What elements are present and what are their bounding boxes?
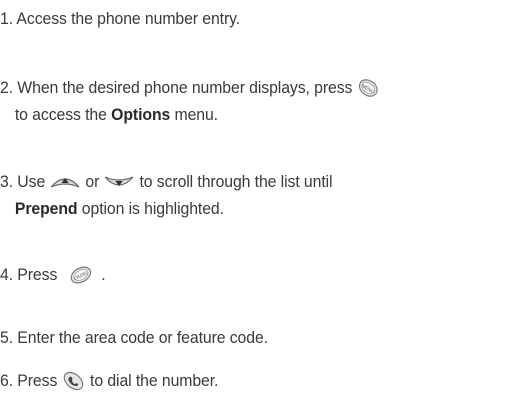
step-3-or: or [85, 172, 100, 191]
navigation-down-key-icon [104, 173, 136, 191]
step-3-number: 3. [0, 172, 14, 191]
step-3: 3. Use or to scroll through the list unt… [0, 168, 333, 222]
step-3-text-after: to scroll through the list until [139, 172, 333, 191]
step-1-number: 1. [0, 9, 14, 28]
navigation-up-key-icon [49, 173, 81, 191]
step-2-line2-after: menu. [174, 105, 219, 124]
step-5-number: 5. [0, 328, 14, 347]
step-1: 1. Access the phone number entry. [0, 5, 240, 32]
step-2-text: When the desired phone number displays, … [17, 78, 353, 97]
step-2-line2-before: to access the [14, 105, 107, 124]
step-3-line2-after: option is highlighted. [81, 199, 224, 218]
step-5: 5. Enter the area code or feature code. [0, 324, 268, 351]
step-6-number: 6. [0, 371, 14, 390]
step-4-text-after: . [101, 265, 106, 284]
ok-key-icon: OK/SEL [69, 265, 93, 285]
options-menu-name: Options [111, 105, 171, 124]
step-2: 2. When the desired phone number display… [0, 74, 379, 128]
step-4: 4. Press OK/SEL . [0, 261, 106, 288]
prepend-option-name: Prepend [14, 199, 78, 218]
send-key-icon [62, 371, 86, 391]
menu-key-icon: MENU [357, 78, 379, 98]
step-1-text: Access the phone number entry. [16, 9, 241, 28]
step-6: 6. Press to dial the number. [0, 367, 218, 394]
step-5-text: Enter the area code or feature code. [17, 328, 268, 347]
step-6-text-before: Press [17, 371, 58, 390]
step-2-number: 2. [0, 78, 14, 97]
step-4-number: 4. [0, 265, 14, 284]
instruction-steps: 1. Access the phone number entry. 2. Whe… [0, 0, 527, 400]
step-6-text-after: to dial the number. [90, 371, 219, 390]
step-3-text-before: Use [17, 172, 46, 191]
step-4-text-before: Press [17, 265, 58, 284]
